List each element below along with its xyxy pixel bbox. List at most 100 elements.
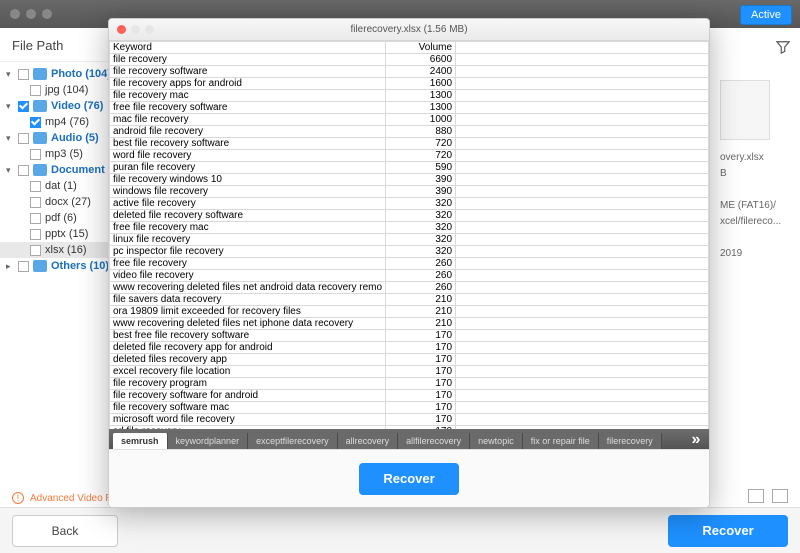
table-row[interactable]: video file recovery260 [110,270,709,282]
table-row[interactable]: deleted files recovery app170 [110,354,709,366]
table-row[interactable]: linux file recovery320 [110,234,709,246]
close-icon[interactable] [117,25,126,34]
cell-volume: 210 [386,318,456,330]
tabs-overflow-icon[interactable]: » [687,431,705,449]
table-row[interactable]: microsoft word file recovery170 [110,414,709,426]
table-row[interactable]: file recovery software mac170 [110,402,709,414]
recover-main-button[interactable]: Recover [668,515,788,547]
sidebar-item-label: mp4 (76) [45,116,89,128]
cell-keyword: free file recovery [110,258,386,270]
recover-button[interactable]: Recover [359,463,459,495]
cell-keyword: ora 19809 limit exceeded for recovery fi… [110,306,386,318]
active-badge-button[interactable]: Active [740,5,792,25]
traffic-light-close[interactable] [10,9,20,19]
filter-icon[interactable] [776,40,790,54]
table-row[interactable]: mac file recovery1000 [110,114,709,126]
checkbox[interactable] [30,245,41,256]
table-row[interactable]: file recovery windows 10390 [110,174,709,186]
spreadsheet-view[interactable]: KeywordVolumefile recovery6600file recov… [109,41,709,429]
cell-volume: 1300 [386,90,456,102]
table-row[interactable]: word file recovery720 [110,150,709,162]
sheet-tab[interactable]: allfilerecovery [398,433,470,449]
table-row[interactable]: file recovery apps for android1600 [110,78,709,90]
chevron-icon[interactable]: ▾ [6,69,14,80]
sheet-tab[interactable]: semrush [113,433,168,449]
sheet-tab[interactable]: newtopic [470,433,523,449]
zoom-icon[interactable] [145,25,154,34]
modal-footer: Recover [109,449,709,507]
checkbox[interactable] [30,117,41,128]
checkbox[interactable] [18,261,29,272]
table-row[interactable]: deleted file recovery app for android170 [110,342,709,354]
table-row[interactable]: excel recovery file location170 [110,366,709,378]
checkbox[interactable] [30,213,41,224]
cell-keyword: deleted file recovery software [110,210,386,222]
cell-keyword: deleted files recovery app [110,354,386,366]
checkbox[interactable] [18,165,29,176]
traffic-light-min[interactable] [26,9,36,19]
table-row[interactable]: file recovery mac1300 [110,90,709,102]
sidebar-item-label: mp3 (5) [45,148,83,160]
table-row[interactable]: free file recovery260 [110,258,709,270]
sidebar-item-label: jpg (104) [45,84,88,96]
cell-keyword: excel recovery file location [110,366,386,378]
chevron-icon[interactable]: ▾ [6,133,14,144]
cell-keyword: www recovering deleted files net android… [110,282,386,294]
table-row[interactable]: android file recovery880 [110,126,709,138]
table-row[interactable]: file recovery program170 [110,378,709,390]
sidebar-item-label: Document ( [51,164,112,176]
chevron-icon[interactable]: ▸ [6,261,14,272]
table-row[interactable]: best free file recovery software170 [110,330,709,342]
sidebar-item-label: docx (27) [45,196,91,208]
preview-panel-peek: overy.xlsx B ME (FAT16)/ xcel/filereco..… [720,80,790,262]
sheet-tab[interactable]: filerecovery [599,433,662,449]
checkbox[interactable] [30,149,41,160]
cell-keyword: file recovery software [110,66,386,78]
table-row[interactable]: active file recovery320 [110,198,709,210]
cell-keyword: word file recovery [110,150,386,162]
table-row[interactable]: pc inspector file recovery320 [110,246,709,258]
checkbox[interactable] [30,197,41,208]
cell-volume: 390 [386,186,456,198]
sheet-tab[interactable]: fix or repair file [523,433,599,449]
table-row[interactable]: www recovering deleted files net iphone … [110,318,709,330]
col-header-volume: Volume [386,42,456,54]
checkbox[interactable] [18,69,29,80]
cell-keyword: file recovery program [110,378,386,390]
checkbox[interactable] [18,101,29,112]
checkbox[interactable] [30,85,41,96]
checkbox[interactable] [30,229,41,240]
table-row[interactable]: windows file recovery390 [110,186,709,198]
checkbox[interactable] [18,133,29,144]
sheet-tab[interactable]: allrecovery [338,433,399,449]
checkbox[interactable] [30,181,41,192]
cell-volume: 320 [386,198,456,210]
cell-keyword: video file recovery [110,270,386,282]
traffic-light-max[interactable] [42,9,52,19]
cell-keyword: windows file recovery [110,186,386,198]
chevron-icon[interactable]: ▾ [6,101,14,112]
back-button[interactable]: Back [12,515,118,547]
table-row[interactable]: file recovery software for android170 [110,390,709,402]
table-row[interactable]: file recovery6600 [110,54,709,66]
table-row[interactable]: free file recovery mac320 [110,222,709,234]
cell-keyword: pc inspector file recovery [110,246,386,258]
sidebar-item-label: xlsx (16) [45,244,87,256]
table-row[interactable]: file recovery software2400 [110,66,709,78]
cell-keyword: file recovery [110,54,386,66]
doc-preview-icon [720,80,770,140]
sidebar-item-label: Photo (104) [51,68,111,80]
minimize-icon[interactable] [131,25,140,34]
table-row[interactable]: file savers data recovery210 [110,294,709,306]
table-row[interactable]: deleted file recovery software320 [110,210,709,222]
folder-icon [33,164,47,176]
chevron-icon[interactable]: ▾ [6,165,14,176]
advanced-video-link[interactable]: Advanced Video Re [30,493,118,504]
table-row[interactable]: ora 19809 limit exceeded for recovery fi… [110,306,709,318]
table-row[interactable]: free file recovery software1300 [110,102,709,114]
table-row[interactable]: www recovering deleted files net android… [110,282,709,294]
table-row[interactable]: best file recovery software720 [110,138,709,150]
sheet-tab[interactable]: keywordplanner [168,433,249,449]
table-row[interactable]: puran file recovery590 [110,162,709,174]
sheet-tab[interactable]: exceptfilerecovery [248,433,338,449]
